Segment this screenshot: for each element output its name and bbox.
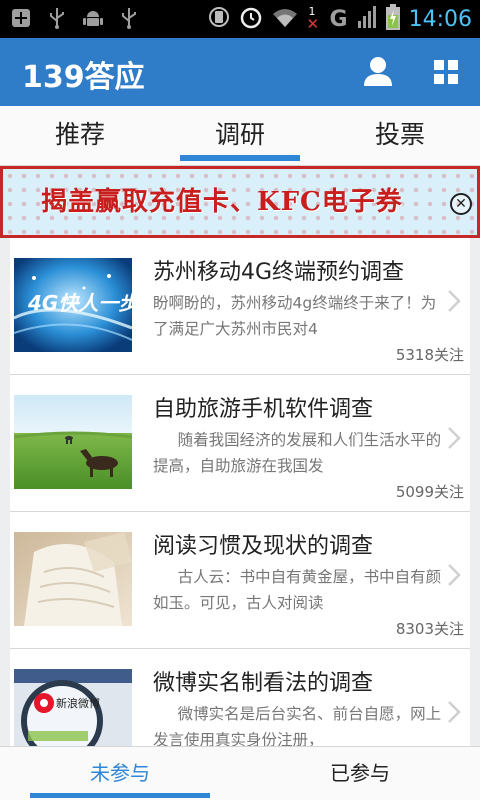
bottom-tab-bar: 未参与 已参与 — [0, 746, 480, 800]
follower-count: 5318关注 — [395, 346, 464, 364]
notification-icons — [10, 7, 140, 29]
menu-grid-button[interactable] — [426, 52, 466, 92]
thumbnail-weibo: 新浪微博 — [14, 669, 132, 746]
survey-description: 微博实名是后台实名、前台自愿，网上发言使用真实身份注册， — [153, 705, 442, 746]
chevron-right-icon — [448, 290, 461, 312]
wifi-icon — [272, 6, 298, 32]
battery-charging-icon — [385, 4, 400, 34]
selected-tab-indicator — [180, 155, 300, 161]
grid-icon — [434, 60, 458, 84]
usb-icon — [46, 7, 68, 29]
alarm-icon — [239, 5, 263, 33]
app-title: 139答应 — [22, 60, 145, 95]
survey-title: 微博实名制看法的调查 — [153, 671, 374, 696]
follower-count: 8303关注 — [395, 620, 464, 638]
app-bar: 139答应 — [0, 38, 480, 106]
thumbnail-grassland — [14, 395, 132, 489]
profile-button[interactable] — [356, 50, 400, 94]
status-bar: 1 ✕ G 14:06 — [0, 0, 480, 38]
add-notification-icon — [10, 7, 32, 29]
banner-text: 揭盖赢取充值卡、KFC电子券 — [41, 187, 403, 217]
chevron-right-icon — [448, 427, 461, 449]
survey-title: 苏州移动4G终端预约调查 — [153, 260, 405, 285]
tab-participated[interactable]: 已参与 — [240, 747, 480, 800]
survey-description: 随着我国经济的发展和人们生活水平的提高，自助旅游在我国发 — [153, 431, 442, 475]
user-icon — [364, 57, 392, 86]
promo-banner[interactable]: 揭盖赢取充值卡、KFC电子券 ✕ — [0, 166, 480, 238]
list-item[interactable]: 自助旅游手机软件调查 随着我国经济的发展和人们生活水平的提高，自助旅游在我国发 … — [10, 375, 470, 512]
thumb-text: 4G快人一步 — [27, 291, 132, 315]
thumbnail-4g: 4G快人一步 — [14, 258, 132, 352]
network-type-label: G — [329, 6, 348, 32]
list-item[interactable]: 阅读习惯及现状的调查 古人云：书中自有黄金屋，书中自有颜如玉。可见，古人对阅读 … — [10, 512, 470, 649]
survey-description: 古人云：书中自有黄金屋，书中自有颜如玉。可见，古人对阅读 — [153, 568, 442, 612]
list-item[interactable]: 新浪微博 微博实名制看法的调查 微博实名是后台实名、前台自愿，网上发言使用真实身… — [10, 649, 470, 746]
tab-recommend[interactable]: 推荐 — [0, 106, 160, 166]
android-icon — [82, 7, 104, 29]
vibrate-icon — [208, 5, 230, 33]
tab-vote[interactable]: 投票 — [320, 106, 480, 166]
usb-icon — [118, 7, 140, 29]
chevron-right-icon — [448, 701, 461, 723]
survey-list[interactable]: 4G快人一步 苏州移动4G终端预约调查 盼啊盼的，苏州移动4g终端终于来了！为了… — [10, 238, 470, 746]
bottom-tab-indicator — [30, 793, 210, 798]
survey-title: 阅读习惯及现状的调查 — [153, 534, 374, 559]
follower-count: 5099关注 — [395, 483, 464, 501]
clock-time: 14:06 — [408, 6, 472, 32]
chevron-right-icon — [448, 564, 461, 586]
thumbnail-reading — [14, 532, 132, 626]
banner-close-icon[interactable]: ✕ — [450, 193, 472, 215]
sim-error-icon: 1 ✕ — [306, 5, 320, 33]
system-status-icons: 1 ✕ G 14:06 — [208, 4, 472, 34]
survey-description: 盼啊盼的，苏州移动4g终端终于来了！为了满足广大苏州市民对4 — [153, 294, 437, 338]
signal-icon — [357, 5, 377, 33]
list-item[interactable]: 4G快人一步 苏州移动4G终端预约调查 盼啊盼的，苏州移动4g终端终于来了！为了… — [10, 238, 470, 375]
survey-title: 自助旅游手机软件调查 — [153, 397, 374, 422]
thumb-text: 新浪微博 — [56, 696, 100, 710]
